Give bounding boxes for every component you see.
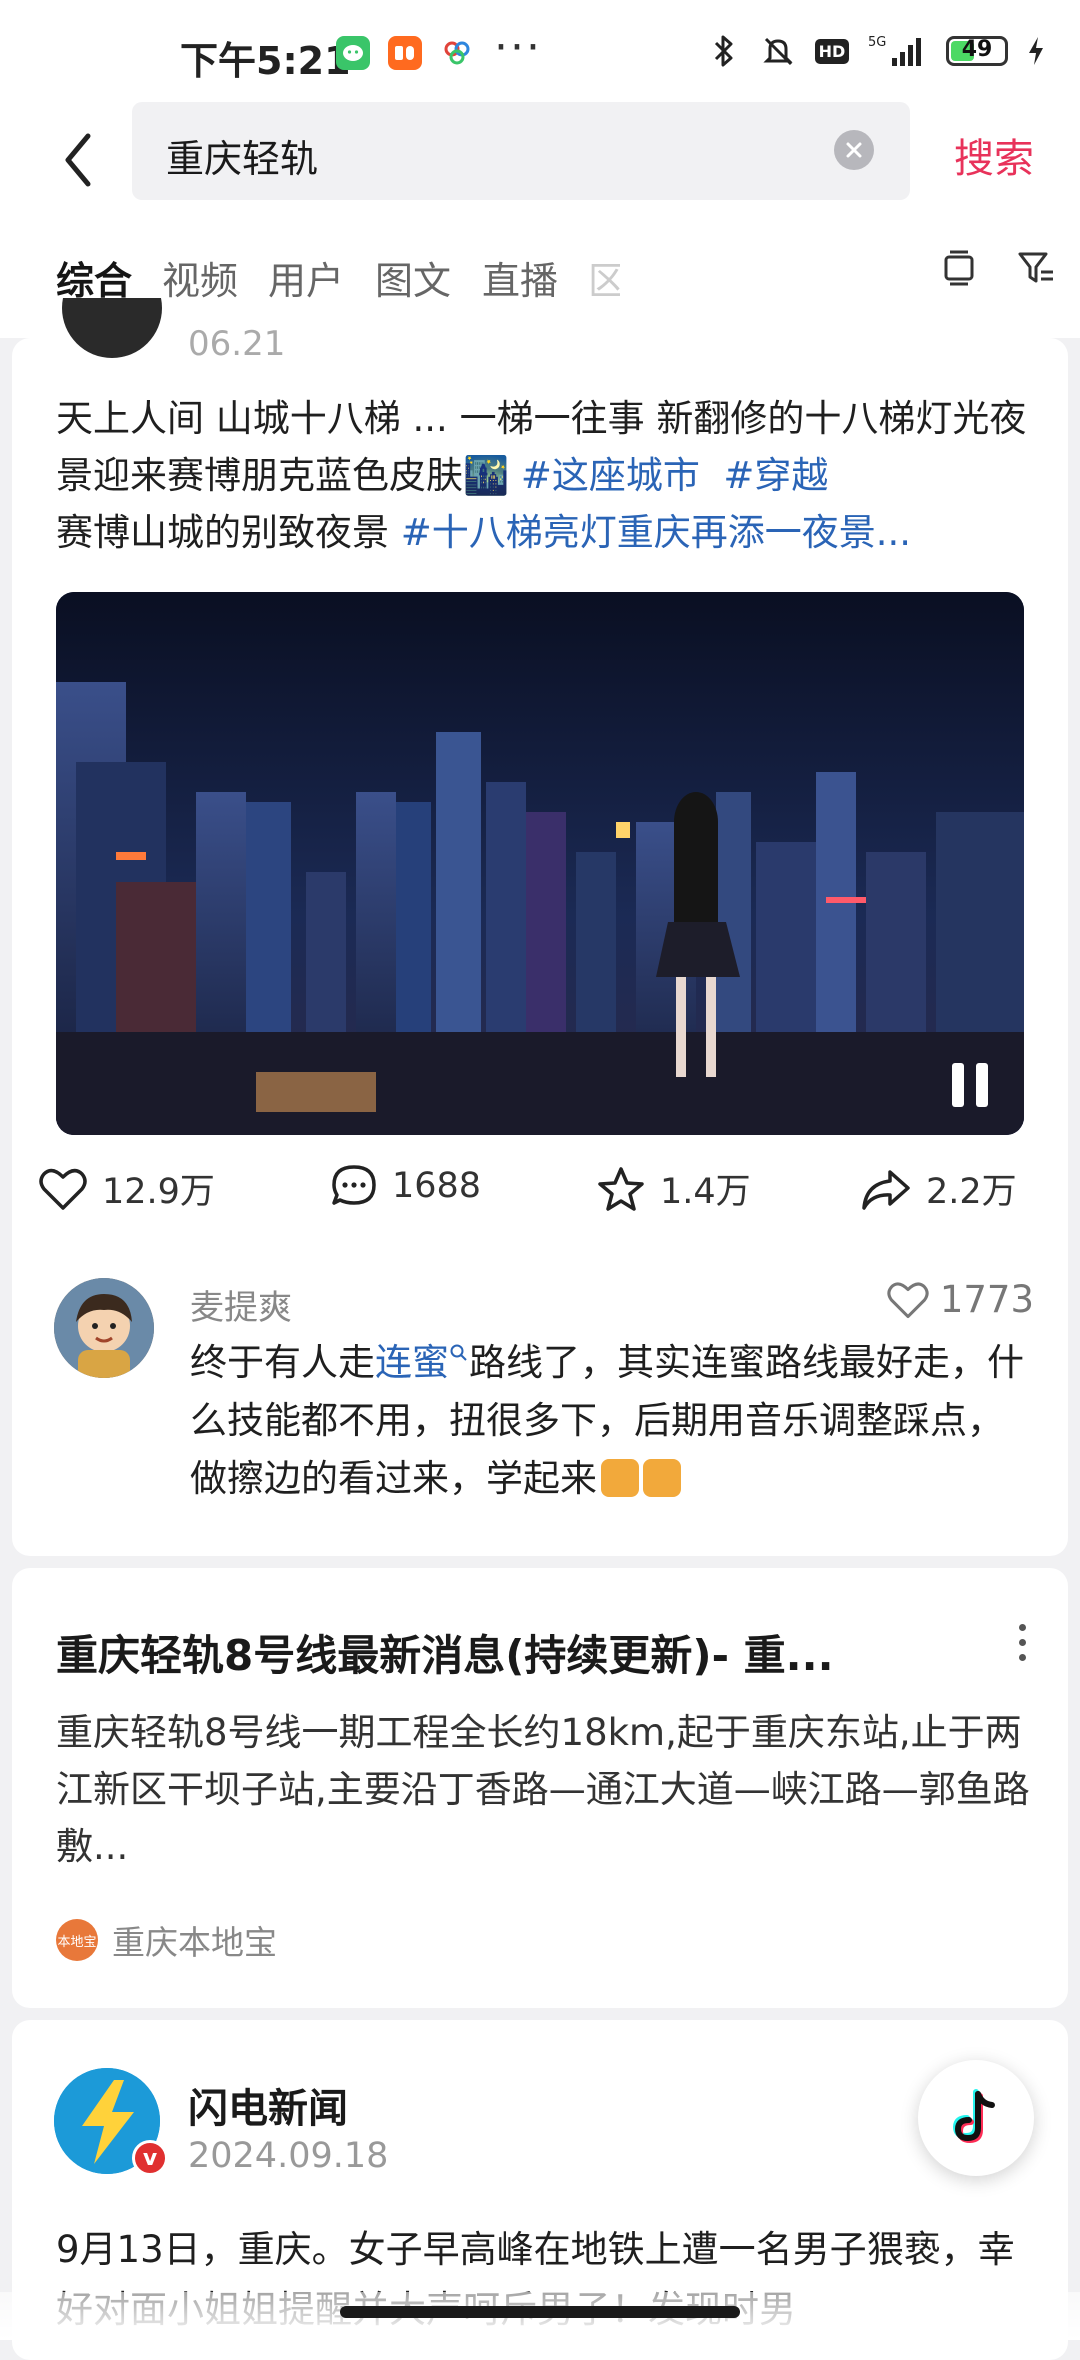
search-button[interactable]: 搜索 [954, 126, 1034, 184]
like-count: 12.9万 [102, 1172, 215, 1212]
douyin-floating-button[interactable] [918, 2060, 1034, 2176]
emoji-bear-icon [643, 1459, 681, 1497]
post-date: 06.21 [188, 324, 286, 364]
battery-text: 49 [961, 37, 993, 62]
pause-button[interactable] [952, 1063, 996, 1107]
home-indicator[interactable] [340, 2306, 740, 2318]
news-author[interactable]: 闪电新闻 [188, 2076, 348, 2134]
battery-icon: 49 [946, 36, 1008, 66]
heart-icon [39, 1168, 87, 1210]
comment-like-count: 1773 [939, 1278, 1034, 1321]
video-frame-night-city [56, 592, 1024, 1135]
back-button[interactable] [48, 120, 108, 200]
favorite-button[interactable]: 1.4万 [596, 1163, 751, 1214]
comment-button[interactable]: 1688 [330, 1163, 481, 1209]
back-arrow-icon [65, 133, 91, 187]
tab-more[interactable]: 区 [588, 250, 620, 305]
share-button[interactable]: 2.2万 [860, 1163, 1017, 1214]
article-card[interactable]: 重庆轻轨8号线最新消息(持续更新)- 重... 重庆轻轨8号线一期工程全长约18… [12, 1568, 1068, 2008]
status-time: 下午5:21 [180, 39, 351, 83]
close-icon [846, 142, 862, 158]
comment-icon [332, 1165, 376, 1205]
more-options-button[interactable] [1002, 1624, 1042, 1674]
comment-text-part: 终于有人走 [190, 1341, 375, 1384]
favorite-count: 1.4万 [660, 1172, 751, 1212]
emoji-bear-icon [601, 1459, 639, 1497]
58-icon [388, 36, 422, 70]
pause-icon [952, 1063, 964, 1107]
5g-signal-icon: 5G [868, 34, 928, 68]
search-link[interactable]: 连蜜 [375, 1341, 449, 1384]
video-player[interactable] [56, 592, 1024, 1135]
filter-icon [1018, 252, 1053, 283]
status-more-icon: ··· [494, 22, 542, 73]
comment-like-button[interactable]: 1773 [886, 1278, 1034, 1321]
heart-icon [887, 1282, 929, 1318]
cloud-icon [440, 36, 474, 70]
commenter-name[interactable]: 麦提爽 [190, 1280, 292, 1329]
post-actions: 12.9万 1688 1.4万 2.2万 [12, 1163, 1068, 1233]
source-logo-icon: 本地宝 [56, 1919, 98, 1961]
article-source[interactable]: 本地宝 重庆本地宝 [56, 1916, 277, 1964]
article-snippet: 重庆轻轨8号线一期工程全长约18km,起于重庆东站,止于两江新区干坝子站,主要沿… [56, 1711, 1030, 1868]
cartoon-avatar-icon [54, 1278, 154, 1378]
hashtag-link[interactable]: #这座城市 [521, 454, 700, 497]
filter-button[interactable] [1016, 248, 1056, 292]
wechat-icon [336, 36, 370, 70]
tab-comprehensive[interactable]: 综合 [56, 250, 132, 305]
share-count: 2.2万 [926, 1172, 1017, 1212]
post-text-part: 赛博山城的别致夜景 [56, 511, 401, 554]
tiktok-icon [952, 2089, 995, 2144]
status-right-group: HD 5G 49 [706, 34, 1046, 68]
tab-tools [942, 248, 1056, 292]
tab-image-text[interactable]: 图文 [375, 250, 451, 305]
article-title[interactable]: 重庆轻轨8号线最新消息(持续更新)- 重... [56, 1622, 936, 1683]
layout-icon [944, 250, 974, 286]
status-app-icons [336, 36, 474, 70]
video-post-card[interactable]: 06.21 天上人间 山城十八梯 ... 一梯一往事 新翻修的十八梯灯光夜景迎来… [12, 298, 1068, 1556]
charging-icon [1026, 34, 1046, 68]
comment-count: 1688 [392, 1166, 482, 1206]
hd-icon: HD [814, 34, 850, 68]
commenter-avatar[interactable] [54, 1278, 154, 1378]
layout-toggle-button[interactable] [942, 248, 976, 292]
search-icon [450, 1344, 467, 1361]
more-dot [1018, 1654, 1026, 1661]
status-bar: 下午5:21 ··· HD 5G 49 [0, 0, 1080, 100]
tab-video[interactable]: 视频 [162, 250, 238, 305]
source-name: 重庆本地宝 [112, 1923, 277, 1962]
news-date: 2024.09.18 [188, 2136, 389, 2176]
mute-icon [760, 34, 796, 68]
pause-icon [976, 1063, 988, 1107]
tab-live[interactable]: 直播 [482, 250, 558, 305]
more-dot [1018, 1624, 1026, 1631]
tab-users[interactable]: 用户 [268, 250, 344, 305]
search-query: 重庆轻轨 [166, 137, 319, 181]
more-dot [1018, 1639, 1026, 1646]
post-author-avatar[interactable] [62, 298, 162, 358]
star-icon [598, 1166, 644, 1211]
svg-text:5G: 5G [868, 35, 886, 50]
comment-text: 终于有人走连蜜 路线了，其实连蜜路线最好走，什么技能都不用，扭很多下，后期用音乐调… [190, 1334, 1030, 1508]
hashtag-link[interactable]: #十八梯亮灯重庆再添一夜景... [401, 511, 911, 554]
search-input[interactable]: 重庆轻轨 [132, 102, 910, 200]
search-header: 重庆轻轨 搜索 [0, 100, 1080, 220]
share-icon [862, 1169, 910, 1210]
bluetooth-icon [706, 34, 742, 68]
clear-search-button[interactable] [834, 130, 874, 170]
hashtag-link[interactable]: #穿越 [723, 454, 828, 497]
like-button[interactable]: 12.9万 [38, 1163, 215, 1214]
verified-badge-icon: v [132, 2140, 168, 2176]
post-text[interactable]: 天上人间 山城十八梯 ... 一梯一往事 新翻修的十八梯灯光夜景迎来赛博朋克蓝色… [56, 390, 1036, 561]
search-tabs: 综合 视频 用户 图文 直播 区 [0, 220, 1080, 338]
